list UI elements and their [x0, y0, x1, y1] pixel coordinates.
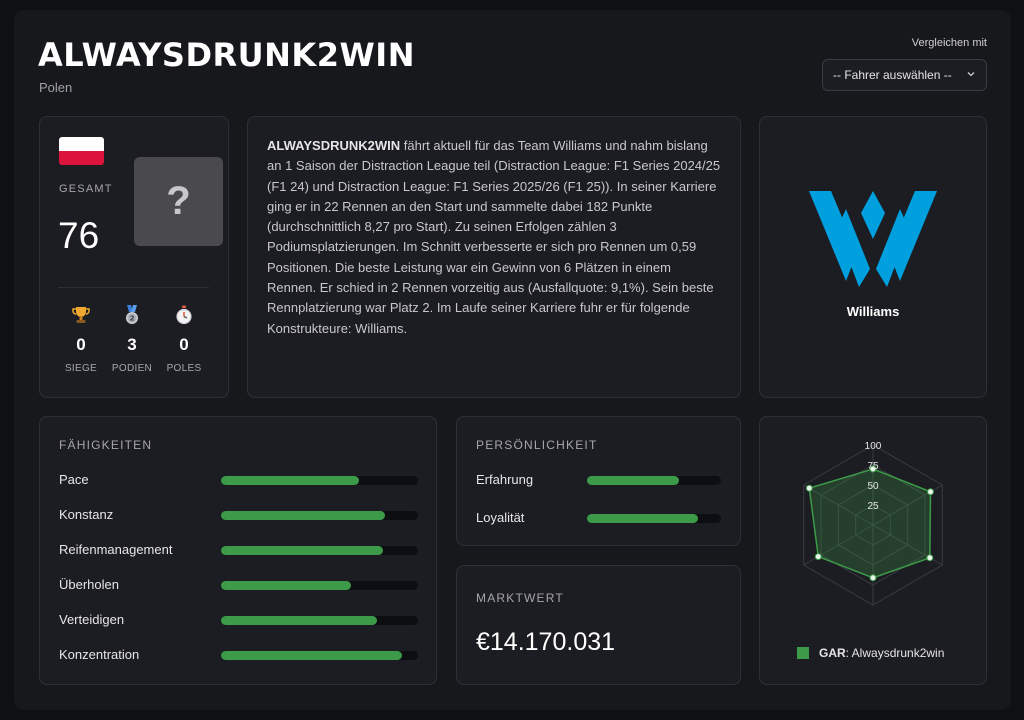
podiums-value: 3	[127, 335, 137, 354]
personality-bar-track	[587, 476, 721, 485]
skill-label: Konzentration	[59, 647, 140, 662]
driver-name-title: ALWAYSDRUNK2WIN	[38, 36, 415, 74]
team-name: Williams	[846, 304, 900, 319]
market-value-heading: MARKTWERT	[476, 591, 564, 605]
driver-country: Polen	[39, 80, 73, 95]
skill-bar-fill	[221, 511, 385, 520]
market-value: €14.170.031	[476, 628, 616, 656]
skill-row: Verteidigen	[59, 612, 419, 628]
radar-point	[814, 553, 822, 561]
overall-rating: 76	[58, 215, 100, 256]
skill-label: Pace	[59, 472, 89, 487]
team-card: Williams	[759, 116, 987, 398]
radar-tick-label: 25	[867, 501, 879, 512]
personality-bar-fill	[587, 514, 699, 523]
radar-legend[interactable]: GAR: Alwaysdrunk2win	[797, 646, 944, 660]
skill-bar-track	[221, 581, 418, 590]
poles-value: 0	[179, 335, 189, 354]
skill-bar-track	[221, 616, 418, 625]
skill-label: Überholen	[59, 577, 119, 592]
avatar: ?	[134, 157, 223, 246]
skills-card: FÄHIGKEITEN Pace Konstanz Reifenmanagement…	[39, 416, 437, 685]
skill-label: Konstanz	[59, 507, 114, 522]
skill-bar-fill	[221, 651, 403, 660]
chevron-down-icon	[967, 72, 975, 77]
skill-bar-fill	[221, 476, 359, 485]
bio-text: fährt aktuell für das Team Williams und …	[267, 138, 721, 336]
trophy-icon	[56, 304, 106, 326]
radar-point	[926, 554, 934, 562]
radar-point	[869, 574, 877, 582]
skill-row: Überholen	[59, 577, 419, 593]
personality-bar-fill	[587, 476, 680, 485]
bio-driver-name: ALWAYSDRUNK2WIN	[267, 138, 401, 153]
poles-label: POLES	[166, 363, 202, 374]
skill-label: Verteidigen	[59, 612, 125, 627]
radar-tick-label: 100	[865, 441, 882, 452]
skill-label: Reifenmanagement	[59, 542, 173, 557]
radar-card: 25 50 75 100 GAR: Alwaysdrunk2win	[759, 416, 987, 685]
skill-row: Konzentration	[59, 647, 419, 663]
stopwatch-icon	[159, 304, 209, 326]
compare-select-value: -- Fahrer auswählen --	[833, 68, 952, 82]
poland-flag-icon	[59, 137, 104, 165]
overall-label: GESAMT	[59, 183, 113, 195]
stat-podiums: 2 3 PODIEN	[107, 304, 157, 374]
skill-bar-track	[221, 651, 418, 660]
radar-point	[927, 488, 935, 496]
compare-label: Vergleichen mit	[911, 37, 987, 49]
legend-code: GAR	[819, 646, 846, 660]
williams-logo-icon	[809, 191, 937, 287]
personality-bar-track	[587, 514, 721, 523]
bio-card: ALWAYSDRUNK2WIN fährt aktuell für das Te…	[247, 116, 741, 398]
market-value-card: MARKTWERT €14.170.031	[456, 565, 741, 685]
stat-poles: 0 POLES	[159, 304, 209, 374]
radar-tick-label: 75	[867, 461, 879, 472]
skill-bar-fill	[221, 546, 383, 555]
legend-swatch	[797, 647, 809, 659]
skill-bar-track	[221, 476, 418, 485]
skill-bar-track	[221, 511, 418, 520]
personality-card: PERSÖNLICHKEIT Erfahrung Loyalität	[456, 416, 741, 546]
skills-radar-chart: 25 50 75 100	[803, 441, 943, 606]
radar-tick-label: 50	[867, 481, 879, 492]
radar-point	[805, 484, 813, 492]
avatar-placeholder: ?	[166, 179, 191, 223]
driver-bio: ALWAYSDRUNK2WIN fährt aktuell für das Te…	[267, 136, 722, 339]
svg-text:2: 2	[130, 315, 135, 323]
profile-card: GESAMT 76 ? 0 SIEGE 2 3 PODIEN 0 POLES	[39, 116, 229, 398]
skill-row: Konstanz	[59, 507, 419, 523]
personality-label: Loyalität	[476, 510, 525, 525]
compare-driver-select[interactable]: -- Fahrer auswählen --	[822, 59, 987, 91]
wins-label: SIEGE	[64, 363, 98, 374]
personality-label: Erfahrung	[476, 472, 534, 487]
divider	[58, 287, 209, 288]
podiums-label: PODIEN	[111, 363, 153, 374]
skill-bar-fill	[221, 581, 352, 590]
skills-heading: FÄHIGKEITEN	[59, 438, 153, 452]
stat-wins: 0 SIEGE	[56, 304, 106, 374]
legend-name: : Alwaysdrunk2win	[845, 646, 945, 660]
skill-row: Pace	[59, 472, 419, 488]
skill-row: Reifenmanagement	[59, 542, 419, 558]
wins-value: 0	[76, 335, 86, 354]
medal-icon: 2	[107, 304, 157, 326]
skill-bar-fill	[221, 616, 377, 625]
personality-heading: PERSÖNLICHKEIT	[476, 438, 598, 452]
skill-bar-track	[221, 546, 418, 555]
